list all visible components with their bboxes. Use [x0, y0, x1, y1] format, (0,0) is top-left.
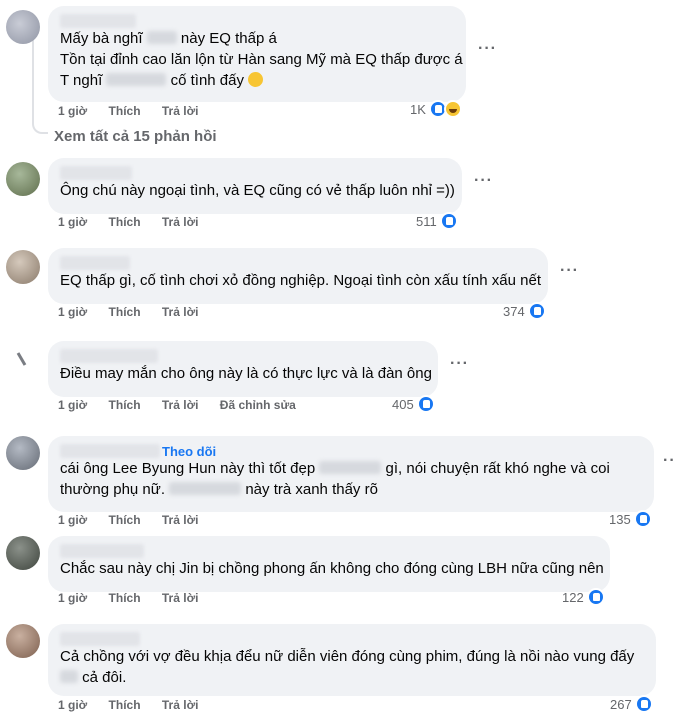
- like-icon: [439, 212, 458, 230]
- comment-text: Điều may mắn cho ông này là có thực lực …: [60, 365, 432, 382]
- more-options-icon[interactable]: ···: [560, 262, 579, 280]
- comment-actions: 1 giờ Thích Trả lời: [58, 513, 216, 527]
- reaction-number: 1K: [410, 101, 426, 117]
- comment-actions: 1 giờ Thích Trả lời: [58, 104, 216, 118]
- thread-hook: [32, 120, 48, 134]
- avatar[interactable]: [6, 250, 40, 284]
- comment-actions: 1 giờ Thích Trả lời: [58, 591, 216, 605]
- reaction-count[interactable]: 374: [503, 302, 546, 320]
- comment-text: Chắc sau này chị Jin bị chồng phong ấn k…: [60, 560, 604, 577]
- author-name[interactable]: [60, 444, 160, 458]
- thread-line: [32, 40, 34, 122]
- comment-text: T nghĩ cố tình đấy: [60, 70, 454, 91]
- avatar[interactable]: [6, 536, 40, 570]
- more-options-icon[interactable]: ···: [663, 452, 675, 470]
- comment-text: thường phụ nữ. này trà xanh thấy rõ: [60, 481, 378, 498]
- like-button[interactable]: Thích: [109, 104, 141, 118]
- comment-time[interactable]: 1 giờ: [58, 591, 87, 605]
- reaction-number: 135: [609, 511, 631, 527]
- comment-actions: 1 giờ Thích Trả lời: [58, 305, 216, 319]
- reaction-count[interactable]: 122: [562, 588, 605, 606]
- reaction-number: 511: [416, 213, 437, 229]
- comment-text: EQ thấp gì, cố tình chơi xỏ đồng nghiệp.…: [60, 272, 541, 289]
- comment-text: cái ông Lee Byung Hun này thì tốt đẹp gì…: [60, 460, 610, 477]
- reaction-number: 122: [562, 589, 584, 605]
- author-name[interactable]: [60, 256, 130, 270]
- like-icon: [586, 588, 605, 606]
- more-options-icon[interactable]: ···: [478, 40, 497, 58]
- like-button[interactable]: Thích: [109, 305, 141, 319]
- comment-time[interactable]: 1 giờ: [58, 698, 87, 712]
- comment-bubble: Chắc sau này chị Jin bị chồng phong ấn k…: [48, 536, 610, 592]
- reply-button[interactable]: Trả lời: [162, 698, 199, 712]
- author-name[interactable]: [60, 632, 140, 646]
- redacted-text: [146, 31, 177, 44]
- comment-text: cả đôi.: [60, 667, 644, 688]
- author-name[interactable]: [60, 14, 136, 28]
- author-name[interactable]: [60, 544, 144, 558]
- comment-text: Mấy bà nghĩ này EQ thấp á: [60, 30, 277, 47]
- comment-text: Tồn tại đỉnh cao lăn lộn từ Hàn sang Mỹ …: [60, 51, 463, 68]
- comment-bubble: Cả chồng với vợ đều khịa đểu nữ diễn viê…: [48, 624, 656, 696]
- reaction-count[interactable]: 135: [609, 510, 652, 528]
- like-icon: [633, 510, 652, 528]
- comment-bubble: Mấy bà nghĩ này EQ thấp á Tồn tại đỉnh c…: [48, 6, 466, 102]
- like-button[interactable]: Thích: [109, 591, 141, 605]
- user-glyph-icon: [16, 352, 27, 366]
- rolling-laughing-emoji-icon: [248, 72, 264, 87]
- comment-bubble: EQ thấp gì, cố tình chơi xỏ đồng nghiệp.…: [48, 248, 548, 304]
- comment-bubble: Theo dõi cái ông Lee Byung Hun này thì t…: [48, 436, 654, 512]
- redacted-text: [319, 461, 382, 474]
- reply-button[interactable]: Trả lời: [162, 305, 199, 319]
- comment-bubble: Điều may mắn cho ông này là có thực lực …: [48, 341, 438, 397]
- comment-actions: 1 giờ Thích Trả lời Đã chỉnh sửa: [58, 398, 314, 412]
- reaction-number: 374: [503, 303, 525, 319]
- avatar[interactable]: [6, 436, 40, 470]
- more-options-icon[interactable]: ···: [450, 355, 469, 373]
- avatar[interactable]: [6, 624, 40, 658]
- comment-bubble: Ông chú này ngoại tình, và EQ cũng có vẻ…: [48, 158, 462, 214]
- author-name[interactable]: [60, 349, 158, 363]
- more-options-icon[interactable]: ···: [474, 172, 493, 190]
- haha-icon: [443, 100, 462, 118]
- redacted-text: [169, 482, 242, 495]
- comment-time[interactable]: 1 giờ: [58, 513, 87, 527]
- like-button[interactable]: Thích: [109, 698, 141, 712]
- view-all-replies-link[interactable]: Xem tất cả 15 phản hồi: [54, 128, 217, 145]
- comment-time[interactable]: 1 giờ: [58, 215, 87, 229]
- reaction-count[interactable]: 405: [392, 395, 435, 413]
- comment-time[interactable]: 1 giờ: [58, 398, 87, 412]
- comment-time[interactable]: 1 giờ: [58, 104, 87, 118]
- like-button[interactable]: Thích: [109, 513, 141, 527]
- like-icon: [416, 395, 435, 413]
- like-button[interactable]: Thích: [109, 398, 141, 412]
- comment-actions: 1 giờ Thích Trả lời: [58, 215, 216, 229]
- follow-button[interactable]: Theo dõi: [162, 444, 216, 459]
- avatar[interactable]: [6, 10, 40, 44]
- reaction-number: 405: [392, 396, 414, 412]
- reply-button[interactable]: Trả lời: [162, 513, 199, 527]
- reply-button[interactable]: Trả lời: [162, 104, 199, 118]
- avatar[interactable]: [6, 162, 40, 196]
- reaction-count[interactable]: 1K: [410, 100, 462, 118]
- like-button[interactable]: Thích: [109, 215, 141, 229]
- redacted-text: [60, 670, 78, 683]
- like-icon: [527, 302, 546, 320]
- reply-button[interactable]: Trả lời: [162, 215, 199, 229]
- redacted-text: [106, 73, 167, 86]
- like-icon: [634, 695, 653, 713]
- reply-button[interactable]: Trả lời: [162, 591, 199, 605]
- reaction-number: 267: [610, 696, 632, 712]
- reaction-count[interactable]: 511: [416, 212, 458, 230]
- author-name[interactable]: [60, 166, 132, 180]
- comment-actions: 1 giờ Thích Trả lời: [58, 698, 216, 712]
- comment-text: Cả chồng với vợ đều khịa đểu nữ diễn viê…: [60, 648, 635, 665]
- comment-time[interactable]: 1 giờ: [58, 305, 87, 319]
- reaction-count[interactable]: 267: [610, 695, 653, 713]
- reply-button[interactable]: Trả lời: [162, 398, 199, 412]
- avatar[interactable]: [6, 343, 40, 377]
- comment-text: Ông chú này ngoại tình, và EQ cũng có vẻ…: [60, 182, 455, 199]
- edited-label: Đã chỉnh sửa: [219, 398, 296, 412]
